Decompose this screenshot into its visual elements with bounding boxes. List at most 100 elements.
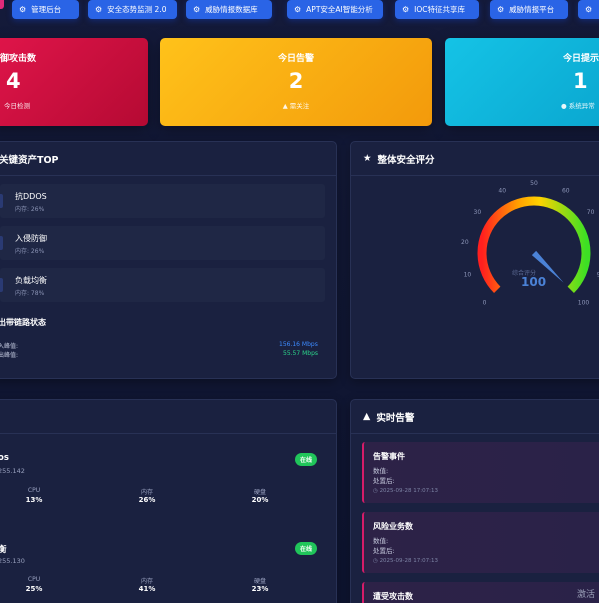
- stat-alarm-value: 2: [288, 69, 304, 93]
- server-icon: [0, 278, 3, 292]
- gear-icon: ⚙: [585, 4, 593, 14]
- alert-card[interactable]: 风险业务数 数值: 处置后: ◷ 2025-09-28 17:07:13: [362, 512, 599, 573]
- alert-title: 风险业务数: [373, 522, 413, 531]
- server-ip: 255.142: [0, 467, 25, 475]
- stat-attack-value: 4: [6, 69, 21, 93]
- disk-value: 23%: [251, 585, 269, 593]
- score-panel-title: 整体安全评分: [377, 154, 435, 166]
- nav-apt-ai-label: APT安全AI智能分析: [306, 5, 373, 14]
- asset-row[interactable]: 抗DDOS 内存: 26%: [0, 184, 325, 218]
- server-icon: [0, 236, 3, 250]
- gauge-tick-label: 40: [498, 188, 506, 195]
- assets-panel-header: 关键资产TOP: [0, 142, 336, 176]
- stat-card-alarm: 今日告警 2 ▲ 需关注: [160, 38, 432, 126]
- mem-label: 内存: [140, 489, 153, 496]
- gear-icon: ⚙: [402, 4, 410, 14]
- asset-sub: 内存: 26%: [15, 248, 45, 255]
- alert-time: 2025-09-28 17:07:13: [379, 558, 438, 564]
- assets-panel-title: 关键资产TOP: [0, 154, 59, 166]
- asset-row[interactable]: 入侵防御 内存: 26%: [0, 226, 325, 260]
- cpu-label: CPU: [27, 487, 41, 494]
- stat-tip-title: 今日提示: [563, 54, 599, 64]
- nav-intel-platform-label: 威胁情报平台: [509, 5, 555, 14]
- alert-title: 告警事件: [373, 452, 405, 461]
- alert-card[interactable]: 遭受攻击数: [362, 582, 599, 603]
- alert-time-row: ◷ 2025-09-28 17:07:13: [373, 558, 438, 564]
- gauge-tick-label: 50: [530, 180, 538, 187]
- gauge-tick-label: 10: [464, 272, 472, 279]
- gear-icon: ⚙: [19, 4, 27, 14]
- nav-ioc-button[interactable]: ⚙ IOC特征共享库: [395, 0, 479, 19]
- gauge-value: 100: [521, 275, 547, 289]
- cpu-value: 13%: [25, 496, 43, 504]
- link-in-label: 入峰值:: [0, 343, 19, 350]
- stat-tip-sub-row: ● 系统异常: [445, 100, 599, 110]
- stat-alarm-title: 今日告警: [277, 54, 314, 64]
- alert-line: 处置后:: [373, 477, 395, 485]
- status-badge: 在线: [295, 453, 318, 466]
- alerts-panel-title: 实时告警: [376, 412, 415, 424]
- asset-name: 抗DDOS: [15, 192, 47, 201]
- nav-more-button[interactable]: ⚙: [578, 0, 599, 19]
- stat-alarm-sub-row: ▲ 需关注: [160, 100, 432, 110]
- nav-situation-label: 安全态势监测 2.0: [107, 5, 167, 14]
- app-logo: [0, 0, 4, 9]
- asset-sub: 内存: 78%: [15, 290, 45, 297]
- disk-label: 硬盘: [253, 489, 266, 496]
- link-status-title: 出带链路状态: [0, 318, 46, 327]
- nav-intel-platform-button[interactable]: ⚙ 威胁情报平台: [490, 0, 568, 19]
- gauge-tick-label: 100: [578, 299, 590, 306]
- activation-watermark: 激活: [576, 590, 595, 600]
- warning-icon: ▲: [282, 102, 288, 110]
- info-icon: ●: [561, 102, 567, 110]
- server-name: 衡: [0, 545, 7, 555]
- alert-time-row: ◷ 2025-09-28 17:07:13: [373, 488, 438, 494]
- alert-line: 数值:: [373, 467, 389, 475]
- link-out-label: 出峰值:: [0, 352, 19, 359]
- nav-apt-ai-button[interactable]: ⚙ APT安全AI智能分析: [287, 0, 383, 19]
- asset-row[interactable]: 负载均衡 内存: 78%: [0, 268, 325, 302]
- stat-card-tip: 今日提示 1 ● 系统异常: [445, 38, 599, 126]
- alert-card[interactable]: 告警事件 数值: 处置后: ◷ 2025-09-28 17:07:13: [362, 442, 599, 503]
- nav-admin-button[interactable]: ⚙ 管理后台: [12, 0, 79, 19]
- mem-label: 内存: [140, 578, 153, 585]
- gear-icon: ⚙: [95, 4, 103, 14]
- gauge-tick-label: 70: [587, 209, 595, 216]
- nav-situation-button[interactable]: ⚙ 安全态势监测 2.0: [88, 0, 177, 19]
- status-badge: 在线: [295, 542, 318, 555]
- alert-title: 遭受攻击数: [373, 592, 413, 601]
- servers-panel: [0, 399, 337, 603]
- clock-icon: ◷: [373, 488, 378, 494]
- warning-icon: ▲: [363, 411, 371, 422]
- gear-icon: ⚙: [497, 4, 505, 14]
- star-icon: ★: [363, 153, 372, 164]
- servers-panel-header: [0, 400, 336, 434]
- score-gauge: 0102030405060708090100: [461, 180, 599, 306]
- clock-icon: ◷: [373, 558, 378, 564]
- stat-attack-sub: 今日检测: [4, 102, 30, 110]
- server-name: os: [0, 453, 9, 463]
- score-panel-header: ★ 整体安全评分: [351, 142, 599, 176]
- asset-sub: 内存: 26%: [15, 206, 45, 213]
- asset-name: 负载均衡: [15, 276, 47, 285]
- gauge-tick-label: 0: [483, 299, 487, 306]
- gear-icon: ⚙: [193, 4, 201, 14]
- stat-tip-sub: 系统异常: [568, 102, 595, 110]
- nav-intel-db-button[interactable]: ⚙ 威胁情报数据库: [186, 0, 272, 19]
- asset-name: 入侵防御: [15, 234, 47, 243]
- gauge-tick-label: 60: [562, 188, 570, 195]
- gear-icon: ⚙: [294, 4, 302, 14]
- mem-value: 26%: [138, 496, 156, 504]
- gauge-tick-label: 20: [461, 239, 469, 246]
- alerts-panel-header: ▲ 实时告警: [351, 400, 599, 434]
- stat-attack-title: 御攻击数: [0, 54, 37, 64]
- link-in-value: 156.16 Mbps: [279, 341, 318, 348]
- alert-line: 数值:: [373, 537, 389, 545]
- stat-alarm-sub: 需关注: [289, 102, 310, 110]
- link-out-value: 55.57 Mbps: [283, 350, 319, 357]
- mem-value: 41%: [138, 585, 156, 593]
- stat-tip-value: 1: [573, 69, 588, 93]
- cpu-value: 25%: [25, 585, 43, 593]
- disk-label: 硬盘: [253, 578, 266, 585]
- alert-time: 2025-09-28 17:07:13: [379, 488, 438, 494]
